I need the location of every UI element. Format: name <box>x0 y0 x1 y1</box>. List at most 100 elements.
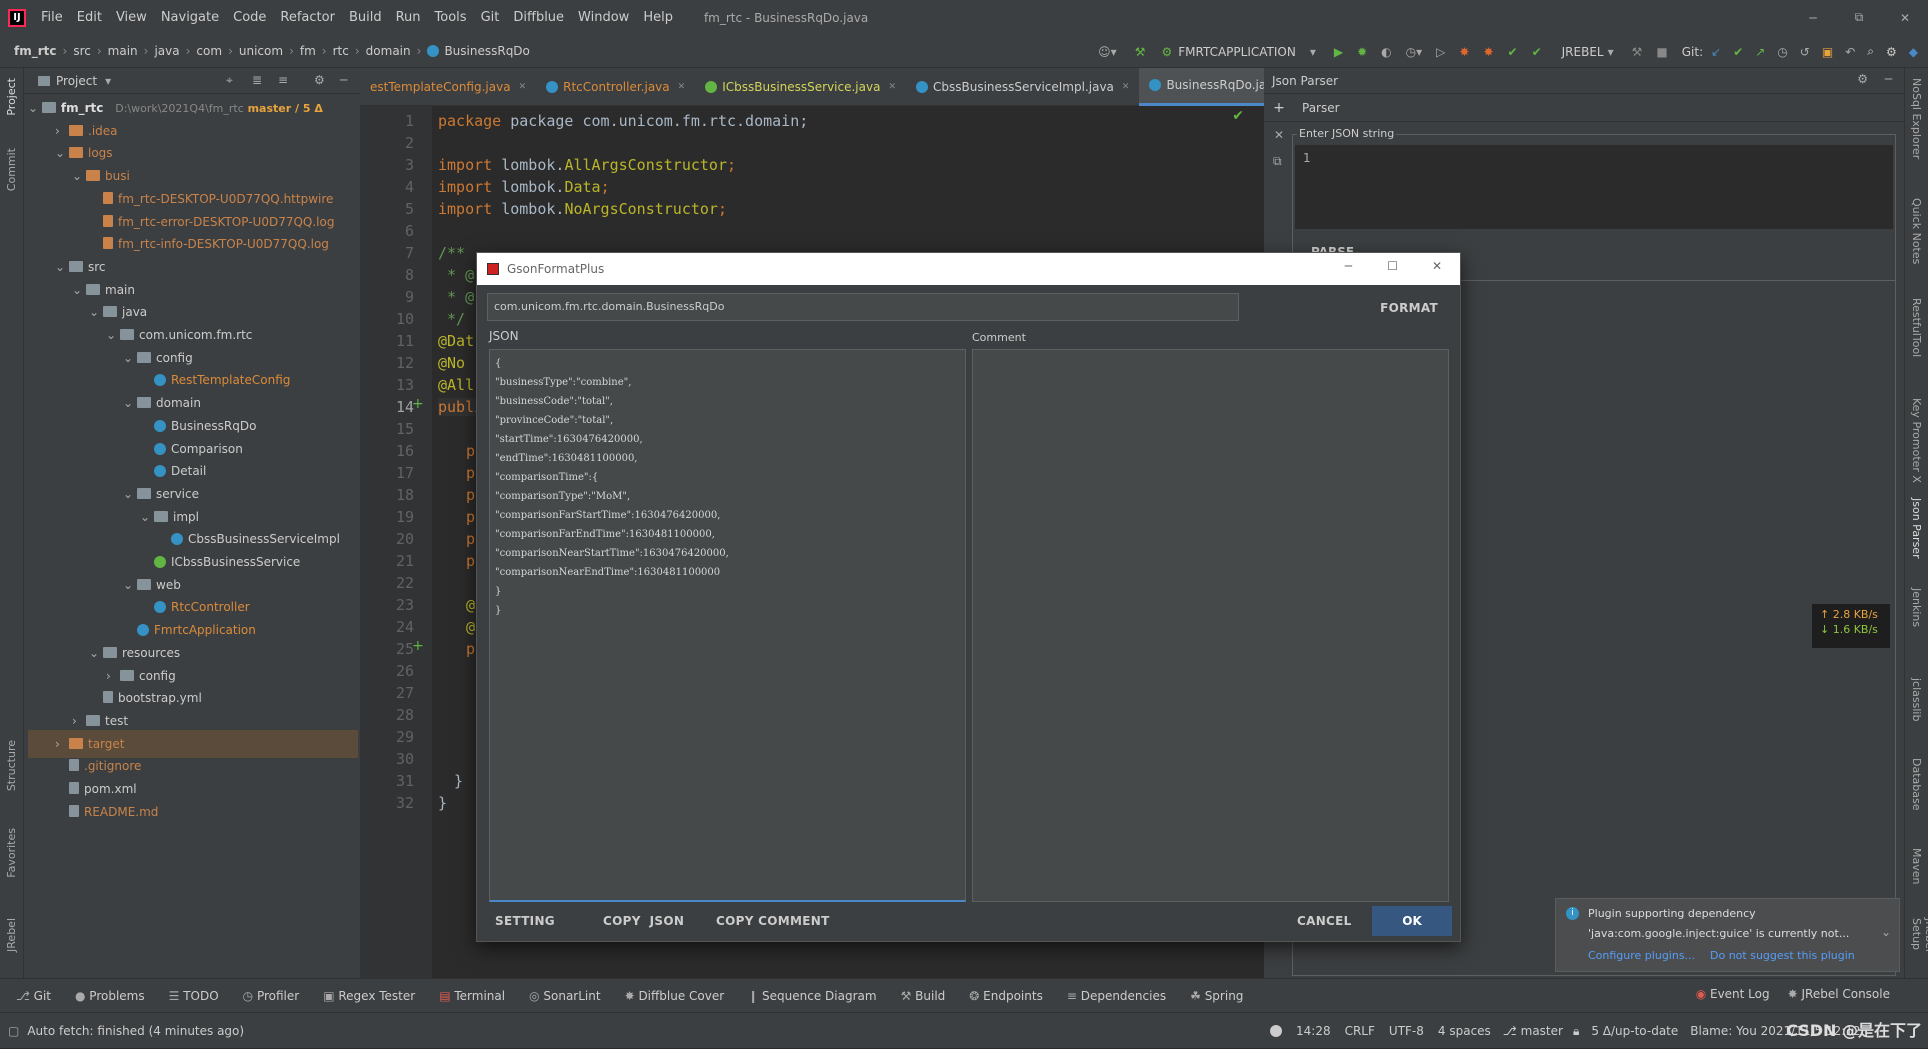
tool-endpoints[interactable]: ❂ Endpoints <box>969 989 1043 1003</box>
expand-arrow-icon[interactable]: ⌄ <box>55 139 69 167</box>
coverage-icon[interactable]: ◐ <box>1381 45 1391 59</box>
minimize-icon[interactable]: ─ <box>1790 11 1836 25</box>
tool-maven[interactable]: Maven <box>1910 848 1923 884</box>
git-push-icon[interactable]: ↗ <box>1755 45 1765 59</box>
do-not-suggest-link[interactable]: Do not suggest this plugin <box>1710 949 1855 962</box>
tool-profiler[interactable]: ◷ Profiler <box>243 989 300 1003</box>
hammer-icon[interactable]: ⚒ <box>1632 45 1643 59</box>
user-icon[interactable]: ☺▾ <box>1098 45 1117 59</box>
editor-tab[interactable]: estTemplateConfig.java ✕ <box>360 68 536 106</box>
expand-arrow-icon[interactable]: ⌄ <box>123 480 137 508</box>
tool-spring[interactable]: ☘ Spring <box>1190 989 1243 1003</box>
stop-icon[interactable]: ■ <box>1656 45 1667 59</box>
line-separator[interactable]: CRLF <box>1345 1024 1375 1038</box>
menu-file[interactable]: File <box>34 10 70 25</box>
menu-diffblue[interactable]: Diffblue <box>506 10 571 25</box>
tool-favorites[interactable]: Favorites <box>5 828 18 878</box>
tool-database[interactable]: Database <box>1910 758 1923 811</box>
expand-arrow-icon[interactable]: ⌄ <box>106 321 120 349</box>
menu-view[interactable]: View <box>109 10 154 25</box>
copy-comment-button[interactable]: COPY COMMENT <box>716 914 830 928</box>
restore-icon[interactable]: ⧉ <box>1836 10 1882 25</box>
json-input-editor[interactable]: 1 <box>1295 145 1893 229</box>
debug-icon[interactable]: ✹ <box>1357 45 1367 59</box>
profile-icon[interactable]: ◷▾ <box>1406 45 1423 59</box>
breadcrumb-item[interactable]: main <box>108 44 138 58</box>
toolbox-icon[interactable]: ▣ <box>1822 45 1833 59</box>
editor-tab[interactable]: ICbssBusinessService.java ✕ <box>695 68 906 106</box>
menu-edit[interactable]: Edit <box>70 10 109 25</box>
menu-run[interactable]: Run <box>389 10 428 25</box>
tool-terminal[interactable]: ▤ Terminal <box>439 989 505 1003</box>
tool-jrebel[interactable]: JRebel <box>5 918 18 952</box>
jrebel-debug-icon[interactable]: ✸ <box>1483 45 1493 59</box>
jrebel-update-icon[interactable]: ✔ <box>1508 45 1518 59</box>
add-tab-icon[interactable]: + <box>1264 100 1294 116</box>
jrebel-selector[interactable]: JREBEL <box>1562 45 1604 59</box>
close-tab-icon[interactable]: ✕ <box>519 82 527 92</box>
breadcrumb-item[interactable]: com <box>196 44 222 58</box>
tool-commit[interactable]: Commit <box>5 148 18 191</box>
breadcrumb-item[interactable]: fm <box>300 44 316 58</box>
editor-tab[interactable]: CbssBusinessServiceImpl.java ✕ <box>906 68 1139 106</box>
json-parser-gear-icon[interactable]: ⚙ <box>1857 72 1868 86</box>
run-config-selector[interactable]: FMRTCAPPLICATION <box>1178 45 1296 59</box>
breadcrumb-item[interactable]: fm_rtc <box>14 44 57 58</box>
setting-button[interactable]: SETTING <box>495 914 555 928</box>
project-panel-title[interactable]: Project <box>56 74 97 88</box>
tool-restfultool[interactable]: RestfulTool <box>1910 298 1923 357</box>
menu-build[interactable]: Build <box>342 10 389 25</box>
git-update-icon[interactable]: ↙ <box>1711 45 1721 59</box>
search-icon[interactable]: ⌕ <box>1867 44 1874 59</box>
dialog-close-icon[interactable]: ✕ <box>1432 259 1442 273</box>
expand-arrow-icon[interactable]: ⌄ <box>140 503 154 531</box>
file-encoding[interactable]: UTF-8 <box>1389 1024 1424 1038</box>
jrebel-run-icon[interactable]: ✸ <box>1459 45 1469 59</box>
expand-arrow-icon[interactable]: ⌄ <box>123 344 137 372</box>
locate-icon[interactable]: ⌖ <box>226 73 233 88</box>
undo-icon[interactable]: ↶ <box>1845 45 1855 59</box>
json-textarea[interactable]: {"businessType":"combine", "businessCode"… <box>489 349 966 902</box>
menu-help[interactable]: Help <box>636 10 680 25</box>
tool-key-promoter-x[interactable]: Key Promoter X <box>1910 398 1923 483</box>
menu-navigate[interactable]: Navigate <box>154 10 226 25</box>
tool-sequence-diagram[interactable]: ❙ Sequence Diagram <box>748 989 876 1003</box>
tool-structure[interactable]: Structure <box>5 740 18 791</box>
dialog-maximize-icon[interactable]: ☐ <box>1387 259 1398 273</box>
close-tab-icon[interactable]: ✕ <box>1274 128 1284 142</box>
tool-problems[interactable]: ● Problems <box>75 989 145 1003</box>
menu-git[interactable]: Git <box>474 10 507 25</box>
run-icon[interactable]: ▶ <box>1334 45 1343 59</box>
menu-tools[interactable]: Tools <box>428 10 474 25</box>
cancel-button[interactable]: CANCEL <box>1297 914 1352 928</box>
expand-all-icon[interactable]: ≣ <box>252 73 262 87</box>
run-next-icon[interactable]: ▷ <box>1436 45 1445 59</box>
expand-arrow-icon[interactable]: ⌄ <box>72 276 86 304</box>
close-tab-icon[interactable]: ✕ <box>678 82 686 92</box>
build-hammer-icon[interactable]: ⚒ <box>1135 45 1146 59</box>
ide-features-icon[interactable]: ◆ <box>1909 45 1918 59</box>
configure-plugins-link[interactable]: Configure plugins... <box>1588 949 1695 962</box>
breadcrumb-item[interactable]: unicom <box>239 44 283 58</box>
indent-setting[interactable]: 4 spaces <box>1438 1024 1491 1038</box>
tool-diffblue-cover[interactable]: ✸ Diffblue Cover <box>625 989 725 1003</box>
comment-textarea[interactable] <box>972 349 1449 902</box>
panel-gear-icon[interactable]: ⚙ <box>314 73 325 87</box>
expand-arrow-icon[interactable]: ⌄ <box>72 162 86 190</box>
copy-tab-icon[interactable]: ⧉ <box>1273 154 1282 169</box>
close-tab-icon[interactable]: ✕ <box>1122 82 1130 92</box>
breadcrumb-item[interactable]: rtc <box>333 44 349 58</box>
menu-code[interactable]: Code <box>226 10 273 25</box>
tool-event-log[interactable]: ◉ Event Log <box>1696 987 1770 1001</box>
class-name-field[interactable]: com.unicom.fm.rtc.domain.BusinessRqDo <box>487 293 1239 321</box>
expand-notification-icon[interactable]: ⌄ <box>1881 925 1891 939</box>
breadcrumb-item[interactable]: BusinessRqDo <box>444 44 529 58</box>
expand-arrow-icon[interactable]: ⌄ <box>55 253 69 281</box>
breadcrumb-item[interactable]: domain <box>366 44 411 58</box>
tool-json-parser[interactable]: Json Parser <box>1910 498 1923 559</box>
tool-sonarlint[interactable]: ◎ SonarLint <box>529 989 600 1003</box>
tool-project[interactable]: Project <box>5 78 18 116</box>
tool-todo[interactable]: ☰ TODO <box>169 989 219 1003</box>
format-button[interactable]: FORMAT <box>1380 301 1438 315</box>
collapse-all-icon[interactable]: ≡ <box>278 73 288 87</box>
